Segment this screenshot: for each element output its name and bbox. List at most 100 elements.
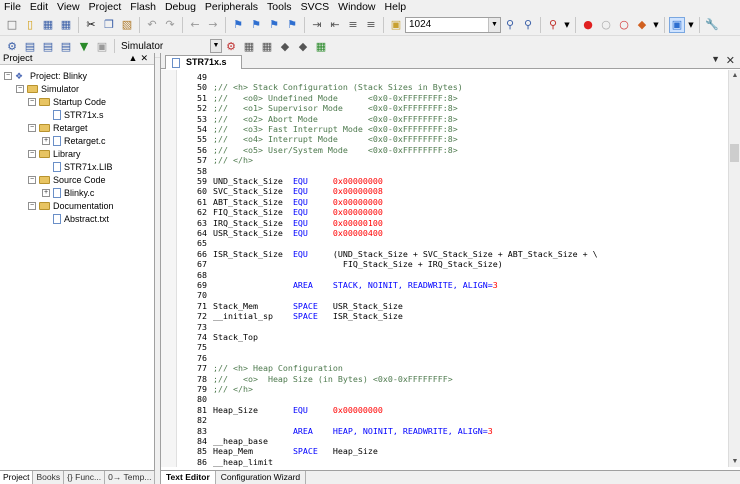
close-icon[interactable]: ✕ [140, 53, 151, 63]
chevron-down-icon[interactable]: ▼ [488, 17, 500, 32]
scroll-thumb[interactable] [730, 144, 739, 162]
clear-bookmarks-icon[interactable]: ⚑ [284, 17, 300, 33]
tree-item[interactable]: + Blinky.c [42, 186, 94, 199]
pin-icon[interactable]: ▲ [129, 53, 141, 63]
new-file-icon[interactable]: □ [4, 17, 20, 33]
tree-item[interactable]: − Simulator [16, 82, 79, 95]
redo-icon[interactable]: ↷ [162, 17, 178, 33]
undo-icon[interactable]: ↶ [144, 17, 160, 33]
chevron-down-icon[interactable]: ▼ [563, 17, 571, 33]
chevron-down-icon[interactable]: ▼ [687, 17, 695, 33]
open-folder-icon[interactable]: ▯ [22, 17, 38, 33]
menu-file[interactable]: File [4, 0, 21, 14]
tree-item[interactable]: − Source Code [28, 173, 106, 186]
find-in-files-icon[interactable]: ▣ [388, 17, 404, 33]
code-line[interactable]: ;// <o4> Interrupt Mode <0x0-0xFFFFFFFF:… [213, 134, 458, 144]
collapse-icon[interactable]: − [4, 71, 12, 80]
code-line[interactable]: Stack_Mem SPACE USR_Stack_Size [213, 301, 403, 311]
clear-breakpoints-icon[interactable]: ○ [616, 17, 632, 33]
collapse-icon[interactable]: − [16, 84, 24, 93]
unindent-icon[interactable]: ⇤ [327, 17, 343, 33]
code-line[interactable]: UND_Stack_Size EQU 0x00000000 [213, 176, 383, 186]
code-line[interactable]: AREA STACK, NOINIT, READWRITE, ALIGN=3 [213, 280, 498, 290]
expand-icon[interactable]: + [42, 188, 50, 197]
code-line[interactable]: Heap_Size EQU 0x00000000 [213, 405, 383, 415]
code-line[interactable]: Heap_Mem SPACE Heap_Size [213, 446, 378, 456]
prev-bookmark-icon[interactable]: ⚑ [248, 17, 264, 33]
indent-icon[interactable]: ⇥ [309, 17, 325, 33]
gutter[interactable] [161, 70, 177, 467]
project-tab[interactable]: 0→ Temp... [105, 471, 156, 484]
collapse-icon[interactable]: − [28, 97, 36, 106]
project-tab[interactable]: Project [0, 471, 34, 484]
tree-item[interactable]: − Documentation [28, 199, 114, 212]
code-line[interactable]: __initial_sp SPACE ISR_Stack_Size [213, 311, 403, 321]
nav-back-icon[interactable]: ← [187, 17, 203, 33]
kill-breakpoints-icon[interactable]: ◆ [634, 17, 650, 33]
tree-item[interactable]: STR71x.s [42, 108, 104, 121]
tree-item[interactable]: − Library [28, 147, 81, 160]
code-line[interactable]: ABT_Stack_Size EQU 0x00000000 [213, 197, 383, 207]
code-line[interactable]: IRQ_Stack_Size EQU 0x00000100 [213, 218, 383, 228]
expand-icon[interactable]: + [42, 136, 50, 145]
menu-window[interactable]: Window [338, 0, 375, 14]
collapse-icon[interactable]: − [28, 175, 36, 184]
breakpoint-icon[interactable]: ● [580, 17, 596, 33]
menu-tools[interactable]: Tools [267, 0, 292, 14]
code-line[interactable]: __heap_base [213, 436, 268, 446]
code-line[interactable]: ;// <h> Heap Configuration [213, 363, 343, 373]
code-line[interactable]: ;// <o2> Abort Mode <0x0-0xFFFFFFFF:8> [213, 114, 458, 124]
menu-view[interactable]: View [57, 0, 80, 14]
code-line[interactable]: ;// <o> Heap Size (in Bytes) <0x0-0xFFFF… [213, 374, 453, 384]
code-line[interactable]: ;// <o3> Fast Interrupt Mode <0x0-0xFFFF… [213, 124, 458, 134]
editor-mode-tab[interactable]: Text Editor [161, 471, 216, 484]
vertical-scrollbar[interactable]: ▲ ▼ [728, 70, 740, 467]
find-icon[interactable]: ⚲ [502, 17, 518, 33]
paste-icon[interactable]: ▧ [119, 17, 135, 33]
tree-item[interactable]: STR71x.LIB [42, 160, 113, 173]
collapse-icon[interactable]: − [28, 149, 36, 158]
code-line[interactable]: AREA HEAP, NOINIT, READWRITE, ALIGN=3 [213, 426, 493, 436]
copy-icon[interactable]: ❐ [101, 17, 117, 33]
tree-item[interactable]: − ❖ Project: Blinky [4, 69, 87, 82]
editor-mode-tab[interactable]: Configuration Wizard [216, 471, 307, 484]
code-line[interactable]: ISR_Stack_Size EQU (UND_Stack_Size + SVC… [213, 249, 598, 259]
tree-item[interactable]: + Retarget.c [42, 134, 106, 147]
save-all-icon[interactable]: ▦ [58, 17, 74, 33]
code-line[interactable]: ;// <h> Stack Configuration (Stack Sizes… [213, 82, 463, 92]
menu-svcs[interactable]: SVCS [301, 0, 330, 14]
debug-session-icon[interactable]: ⚲ [545, 17, 561, 33]
code-line[interactable]: ;// </h> [213, 384, 253, 394]
project-tab[interactable]: Books [33, 471, 65, 484]
find-combo[interactable]: 1024 ▼ [405, 16, 501, 33]
menu-edit[interactable]: Edit [30, 0, 48, 14]
project-tab[interactable]: {} Func... [64, 471, 106, 484]
menu-project[interactable]: Project [89, 0, 122, 14]
code-line[interactable]: FIQ_Stack_Size + IRQ_Stack_Size) [213, 259, 503, 269]
code-line[interactable]: FIQ_Stack_Size EQU 0x00000000 [213, 207, 383, 217]
code-line[interactable]: ;// <o5> User/System Mode <0x0-0xFFFFFFF… [213, 145, 458, 155]
scroll-up-icon[interactable]: ▲ [729, 70, 740, 81]
chevron-down-icon[interactable]: ▼ [210, 38, 222, 53]
code-line[interactable]: Stack_Top [213, 332, 258, 342]
next-bookmark-icon[interactable]: ⚑ [266, 17, 282, 33]
configure-icon[interactable]: 🔧 [704, 17, 720, 33]
code-line[interactable]: ;// <o1> Supervisor Mode <0x0-0xFFFFFFFF… [213, 103, 458, 113]
chevron-down-icon[interactable]: ▼ [652, 17, 660, 33]
incremental-find-icon[interactable]: ⚲ [520, 17, 536, 33]
menu-debug[interactable]: Debug [165, 0, 196, 14]
code-line[interactable]: SVC_Stack_Size EQU 0x00000008 [213, 186, 383, 196]
tree-item[interactable]: Abstract.txt [42, 212, 109, 225]
scroll-down-icon[interactable]: ▼ [729, 456, 740, 467]
uncomment-icon[interactable]: ≡ [363, 17, 379, 33]
code-line[interactable]: __heap_limit [213, 457, 273, 467]
code-line[interactable]: ;// </h> [213, 155, 253, 165]
close-icon[interactable]: ✕ [726, 54, 735, 67]
tree-item[interactable]: − Startup Code [28, 95, 106, 108]
tab-str71x[interactable]: STR71x.s [165, 55, 242, 69]
menu-help[interactable]: Help [385, 0, 407, 14]
nav-forward-icon[interactable]: → [205, 17, 221, 33]
collapse-icon[interactable]: − [28, 201, 36, 210]
disable-breakpoint-icon[interactable]: ○ [598, 17, 614, 33]
code-area[interactable]: 49 50 ;// <h> Stack Configuration (Stack S… [161, 70, 729, 467]
